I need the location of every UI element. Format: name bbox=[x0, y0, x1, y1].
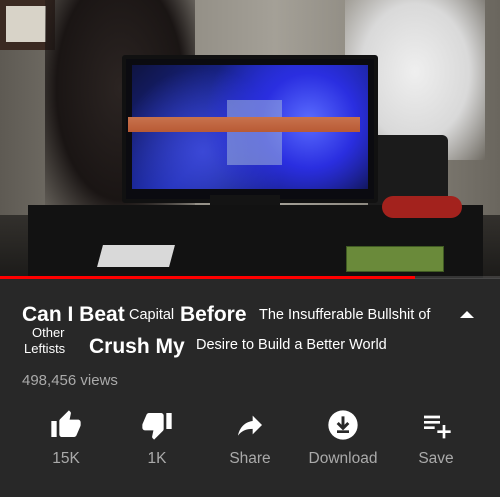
video-progress-bar[interactable] bbox=[0, 276, 500, 279]
video-frame-red-object bbox=[382, 196, 462, 218]
video-player[interactable] bbox=[0, 0, 500, 278]
like-button[interactable]: 15K bbox=[21, 407, 111, 469]
video-frame-censor-bar bbox=[128, 117, 360, 132]
title-part-can-i-beat: Can I Beat bbox=[22, 303, 125, 326]
share-label: Share bbox=[229, 450, 271, 467]
video-frame-console bbox=[346, 246, 444, 272]
video-frame-papers bbox=[97, 245, 175, 267]
title-part-insufferable: The Insufferable Bullshit of bbox=[259, 307, 431, 323]
thumbs-up-icon bbox=[50, 409, 82, 441]
download-button[interactable]: Download bbox=[298, 407, 388, 469]
title-part-crush-my: Crush My bbox=[89, 335, 185, 358]
title-part-desire: Desire to Build a Better World bbox=[196, 337, 387, 353]
title-part-other: Other bbox=[32, 325, 65, 340]
download-label: Download bbox=[308, 450, 378, 467]
playlist-add-icon bbox=[420, 409, 452, 441]
view-count: 498,456 views bbox=[22, 372, 118, 389]
video-progress-fill bbox=[0, 276, 415, 279]
like-count: 15K bbox=[52, 450, 80, 467]
chevron-up-icon[interactable] bbox=[458, 307, 476, 319]
share-arrow-icon bbox=[234, 409, 266, 441]
download-icon bbox=[327, 409, 359, 441]
save-button[interactable]: Save bbox=[391, 407, 481, 469]
title-part-leftists: Leftists bbox=[24, 341, 66, 356]
save-label: Save bbox=[418, 450, 454, 467]
share-button[interactable]: Share bbox=[205, 407, 295, 469]
thumbs-down-icon bbox=[141, 409, 173, 441]
dislike-button[interactable]: 1K bbox=[112, 407, 202, 469]
title-part-before: Before bbox=[180, 303, 247, 326]
video-frame-tv-stand bbox=[210, 195, 280, 205]
video-title[interactable]: Can I Beat Capital Before The Insufferab… bbox=[22, 302, 462, 368]
title-part-capital: Capital bbox=[129, 307, 175, 323]
action-bar: 15K 1K Share Download Save bbox=[0, 407, 500, 477]
dislike-count: 1K bbox=[147, 450, 167, 467]
